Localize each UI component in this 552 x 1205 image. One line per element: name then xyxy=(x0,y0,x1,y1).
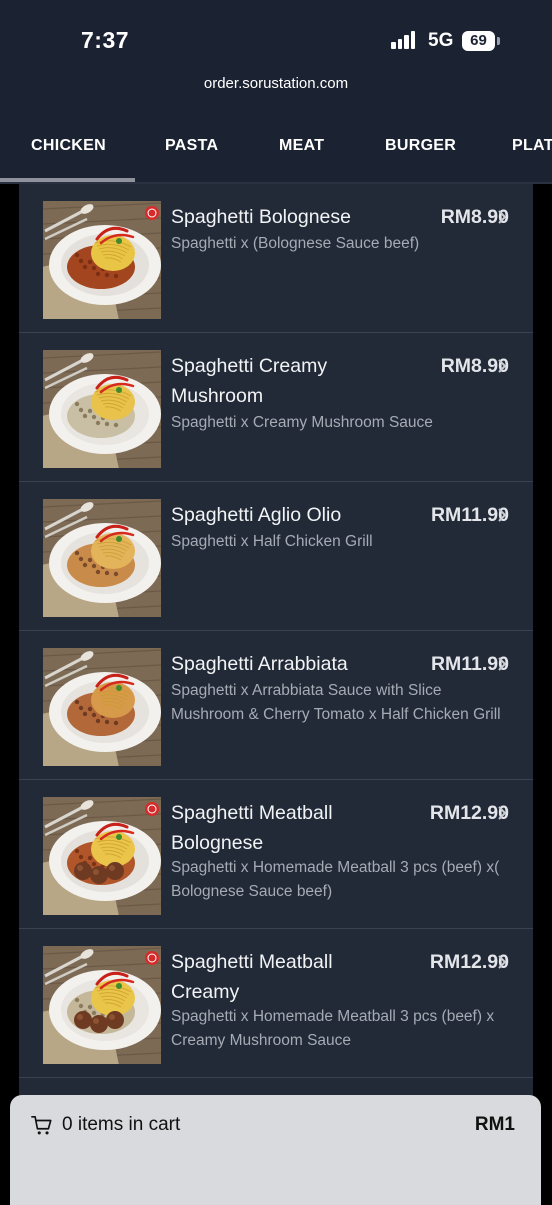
item-name: Spaghetti Arrabbiata xyxy=(171,653,348,675)
item-price: RM12.90 xyxy=(429,802,509,824)
tab-chicken[interactable]: CHICKEN xyxy=(31,118,106,180)
chevron-right-icon xyxy=(498,359,507,373)
menu-item[interactable]: Spaghetti Creamy Mushroom RM8.90 Spaghet… xyxy=(19,333,533,482)
category-tabs: CHICKEN PASTA MEAT BURGER PLAT xyxy=(0,118,552,184)
menu-item[interactable]: Spaghetti Meatball Creamy RM12.90 Spaghe… xyxy=(19,929,533,1078)
food-photo xyxy=(43,201,161,319)
battery-icon: 69 xyxy=(462,31,495,51)
item-name: Spaghetti Aglio Olio xyxy=(171,504,342,526)
cart-bar[interactable]: 0 items in cart RM1 xyxy=(10,1095,541,1205)
battery-level: 69 xyxy=(470,32,487,49)
item-price: RM8.90 xyxy=(440,206,509,228)
item-name: Spaghetti Creamy Mushroom xyxy=(171,355,328,407)
menu-list: Spaghetti Bolognese RM8.90 Spaghetti x (… xyxy=(19,184,533,1100)
food-photo xyxy=(43,946,161,1064)
item-description: Spaghetti x Arrabbiata Sauce with Slice … xyxy=(171,682,501,723)
item-name: Spaghetti Bolognese xyxy=(171,206,351,228)
tab-plat[interactable]: PLAT xyxy=(512,118,552,180)
network-type: 5G xyxy=(428,30,454,51)
chevron-right-icon xyxy=(498,508,507,522)
item-price: RM12.90 xyxy=(429,951,509,973)
food-photo xyxy=(43,797,161,915)
battery-cap xyxy=(497,37,500,45)
item-description: Spaghetti x (Bolognese Sauce beef) xyxy=(171,235,420,252)
tab-pasta[interactable]: PASTA xyxy=(165,118,218,180)
item-price: RM11.90 xyxy=(430,504,509,526)
cart-total: RM1 xyxy=(474,1114,515,1135)
url-bar[interactable]: order.sorustation.com xyxy=(0,75,552,92)
status-bar: 7:37 5G 69 xyxy=(0,0,552,70)
food-illustration xyxy=(43,499,161,617)
item-description: Spaghetti x Homemade Meatball 3 pcs (bee… xyxy=(171,1008,495,1049)
chevron-right-icon xyxy=(498,955,507,969)
signal-icon xyxy=(391,31,417,49)
item-price: RM8.90 xyxy=(440,355,509,377)
food-illustration xyxy=(43,201,161,319)
item-price: RM11.90 xyxy=(430,653,509,675)
tab-meat[interactable]: MEAT xyxy=(279,118,324,180)
chevron-right-icon xyxy=(498,806,507,820)
chevron-right-icon xyxy=(498,657,507,671)
item-description: Spaghetti x Creamy Mushroom Sauce xyxy=(171,414,433,431)
item-name: Spaghetti Meatball Creamy xyxy=(171,951,333,1003)
food-photo xyxy=(43,499,161,617)
item-description: Spaghetti x Homemade Meatball 3 pcs (bee… xyxy=(171,859,500,900)
food-illustration xyxy=(43,946,161,1064)
cart-icon xyxy=(31,1116,52,1135)
food-illustration xyxy=(43,350,161,468)
food-photo xyxy=(43,648,161,766)
menu-item[interactable]: Spaghetti Meatball Bolognese RM12.90 Spa… xyxy=(19,780,533,929)
food-photo xyxy=(43,350,161,468)
cart-summary: 0 items in cart xyxy=(62,1114,181,1135)
chevron-right-icon xyxy=(498,210,507,224)
food-illustration xyxy=(43,797,161,915)
menu-item[interactable]: Spaghetti Arrabbiata RM11.90 Spaghetti x… xyxy=(19,631,533,780)
tab-burger[interactable]: BURGER xyxy=(385,118,456,180)
item-name: Spaghetti Meatball Bolognese xyxy=(171,802,333,854)
menu-item[interactable]: Spaghetti Bolognese RM8.90 Spaghetti x (… xyxy=(19,184,533,333)
item-description: Spaghetti x Half Chicken Grill xyxy=(171,533,373,550)
menu-item[interactable]: Spaghetti Aglio Olio RM11.90 Spaghetti x… xyxy=(19,482,533,631)
status-time: 7:37 xyxy=(81,27,130,53)
food-illustration xyxy=(43,648,161,766)
